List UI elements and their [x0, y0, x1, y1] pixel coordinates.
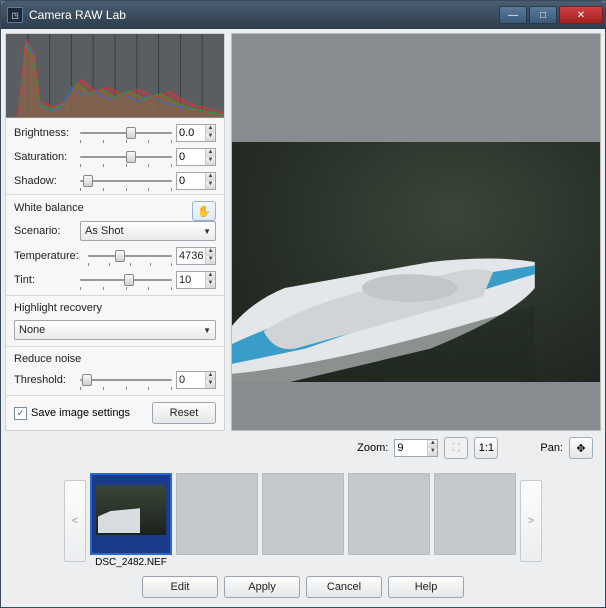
minimize-button[interactable]: —: [499, 6, 527, 24]
dialog-buttons: Edit Apply Cancel Help: [5, 570, 601, 602]
app-icon: ◳: [7, 7, 23, 23]
spin-up-icon: ▲: [205, 125, 215, 133]
apply-button[interactable]: Apply: [224, 576, 300, 598]
threshold-label: Threshold:: [14, 374, 76, 386]
highlight-recovery-title: Highlight recovery: [14, 302, 216, 314]
app-window: ◳ Camera RAW Lab — □ ✕: [0, 0, 606, 608]
shadow-label: Shadow:: [14, 175, 76, 187]
window-title: Camera RAW Lab: [29, 8, 499, 22]
zoom-label: Zoom:: [357, 442, 388, 454]
edit-button[interactable]: Edit: [142, 576, 218, 598]
temperature-slider[interactable]: [88, 247, 172, 265]
save-settings-label: Save image settings: [31, 407, 130, 419]
maximize-button[interactable]: □: [529, 6, 557, 24]
pan-icon: ✥: [576, 442, 585, 455]
zoom-bar: Zoom: 9 ▲▼ ⛶ 1:1 Pan: ✥: [5, 431, 601, 465]
thumbnail-empty[interactable]: [262, 473, 344, 555]
save-settings-checkbox[interactable]: ✓: [14, 407, 27, 420]
content: Brightness: 0.0 ▲▼ Saturation:: [1, 29, 605, 607]
fit-icon: ⛶: [453, 442, 461, 455]
hand-icon: ✋: [197, 205, 211, 218]
spin-down-icon: ▼: [205, 133, 215, 141]
brightness-slider[interactable]: [80, 124, 172, 142]
one-to-one-icon: 1:1: [479, 442, 494, 454]
histogram: [6, 34, 224, 118]
thumbnail-empty[interactable]: [434, 473, 516, 555]
white-balance-picker-button[interactable]: ✋: [192, 201, 216, 221]
filmstrip-prev-button[interactable]: <: [64, 480, 86, 562]
filmstrip: < DSC_2482.NEF >: [5, 465, 601, 570]
zoom-input[interactable]: 9 ▲▼: [394, 439, 438, 457]
shadow-input[interactable]: 0 ▲▼: [176, 172, 216, 190]
brightness-input[interactable]: 0.0 ▲▼: [176, 124, 216, 142]
controls-panel: Brightness: 0.0 ▲▼ Saturation:: [5, 33, 225, 431]
preview-panel: [231, 33, 601, 431]
thumbnail-empty[interactable]: [348, 473, 430, 555]
thumbnail-filename: DSC_2482.NEF: [90, 557, 172, 568]
preview-image[interactable]: [232, 34, 600, 430]
temperature-label: Temperature:: [14, 250, 84, 262]
cancel-button[interactable]: Cancel: [306, 576, 382, 598]
white-balance-title: White balance: [14, 202, 84, 214]
tint-label: Tint:: [14, 274, 76, 286]
close-button[interactable]: ✕: [559, 6, 603, 24]
pan-button[interactable]: ✥: [569, 437, 593, 459]
reduce-noise-title: Reduce noise: [14, 353, 216, 365]
saturation-slider[interactable]: [80, 148, 172, 166]
tint-slider[interactable]: [80, 271, 172, 289]
help-button[interactable]: Help: [388, 576, 464, 598]
saturation-label: Saturation:: [14, 151, 76, 163]
filmstrip-next-button[interactable]: >: [520, 480, 542, 562]
thumbnail-selected[interactable]: [90, 473, 172, 555]
zoom-1to1-button[interactable]: 1:1: [474, 437, 498, 459]
chevron-down-icon: ▼: [203, 326, 211, 335]
reset-button[interactable]: Reset: [152, 402, 216, 424]
titlebar: ◳ Camera RAW Lab — □ ✕: [1, 1, 605, 29]
chevron-down-icon: ▼: [203, 227, 211, 236]
tint-input[interactable]: 10 ▲▼: [176, 271, 216, 289]
saturation-input[interactable]: 0 ▲▼: [176, 148, 216, 166]
pan-label: Pan:: [540, 442, 563, 454]
scenario-label: Scenario:: [14, 225, 76, 237]
temperature-input[interactable]: 4736 ▲▼: [176, 247, 216, 265]
threshold-slider[interactable]: [80, 371, 172, 389]
shadow-slider[interactable]: [80, 172, 172, 190]
brightness-label: Brightness:: [14, 127, 76, 139]
highlight-recovery-select[interactable]: None ▼: [14, 320, 216, 340]
threshold-input[interactable]: 0 ▲▼: [176, 371, 216, 389]
scenario-select[interactable]: As Shot ▼: [80, 221, 216, 241]
thumbnail-empty[interactable]: [176, 473, 258, 555]
zoom-fit-button[interactable]: ⛶: [444, 437, 468, 459]
